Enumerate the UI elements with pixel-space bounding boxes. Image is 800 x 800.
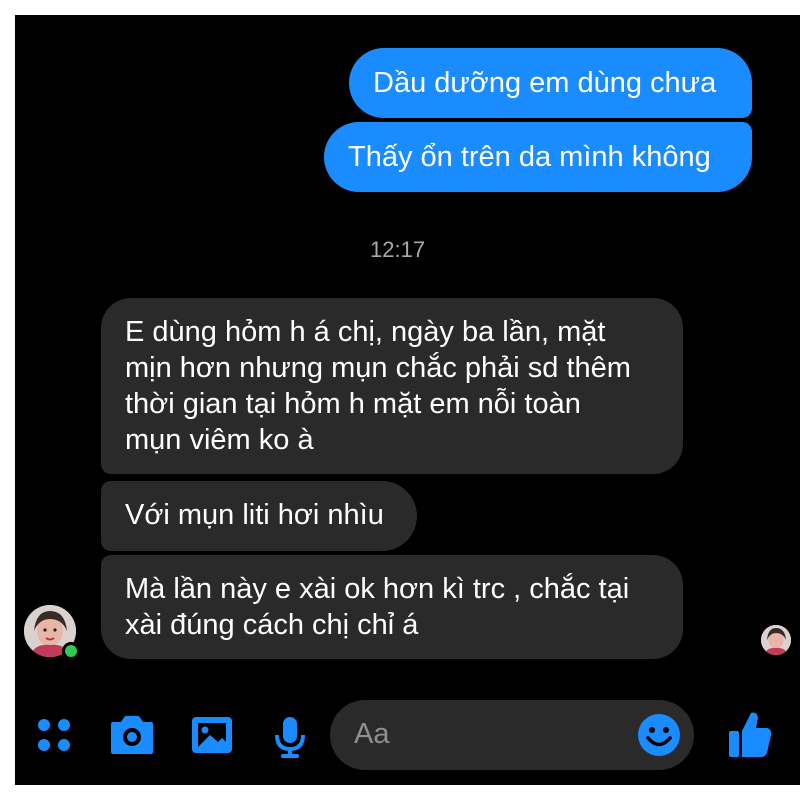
outgoing-message[interactable]: Thấy ổn trên da mình không <box>324 122 752 192</box>
incoming-message[interactable]: Mà lần này e xài ok hơn kì trc , chắc tạ… <box>101 555 683 659</box>
read-receipt-avatar <box>761 625 791 655</box>
incoming-message[interactable]: E dùng hỏm h á chị, ngày ba lần, mặt mịn… <box>101 298 683 474</box>
microphone-icon[interactable] <box>273 715 307 764</box>
timestamp: 12:17 <box>370 237 426 262</box>
menu-dots-icon[interactable] <box>35 715 75 760</box>
online-status-dot <box>62 642 80 660</box>
emoji-icon[interactable] <box>637 713 681 762</box>
message-input-placeholder: Aa <box>354 718 390 750</box>
camera-icon[interactable] <box>109 714 155 761</box>
thumbs-up-icon[interactable] <box>727 709 773 766</box>
incoming-message[interactable]: Với mụn liti hơi nhìu <box>101 481 417 551</box>
outgoing-message[interactable]: Dầu dưỡng em dùng chưa <box>349 48 752 118</box>
chat-screen: Dầu dưỡng em dùng chưa Thấy ổn trên da m… <box>15 15 800 785</box>
photo-icon[interactable] <box>190 715 234 760</box>
read-receipt-photo-icon <box>761 625 791 655</box>
message-input[interactable]: Aa <box>330 700 694 770</box>
